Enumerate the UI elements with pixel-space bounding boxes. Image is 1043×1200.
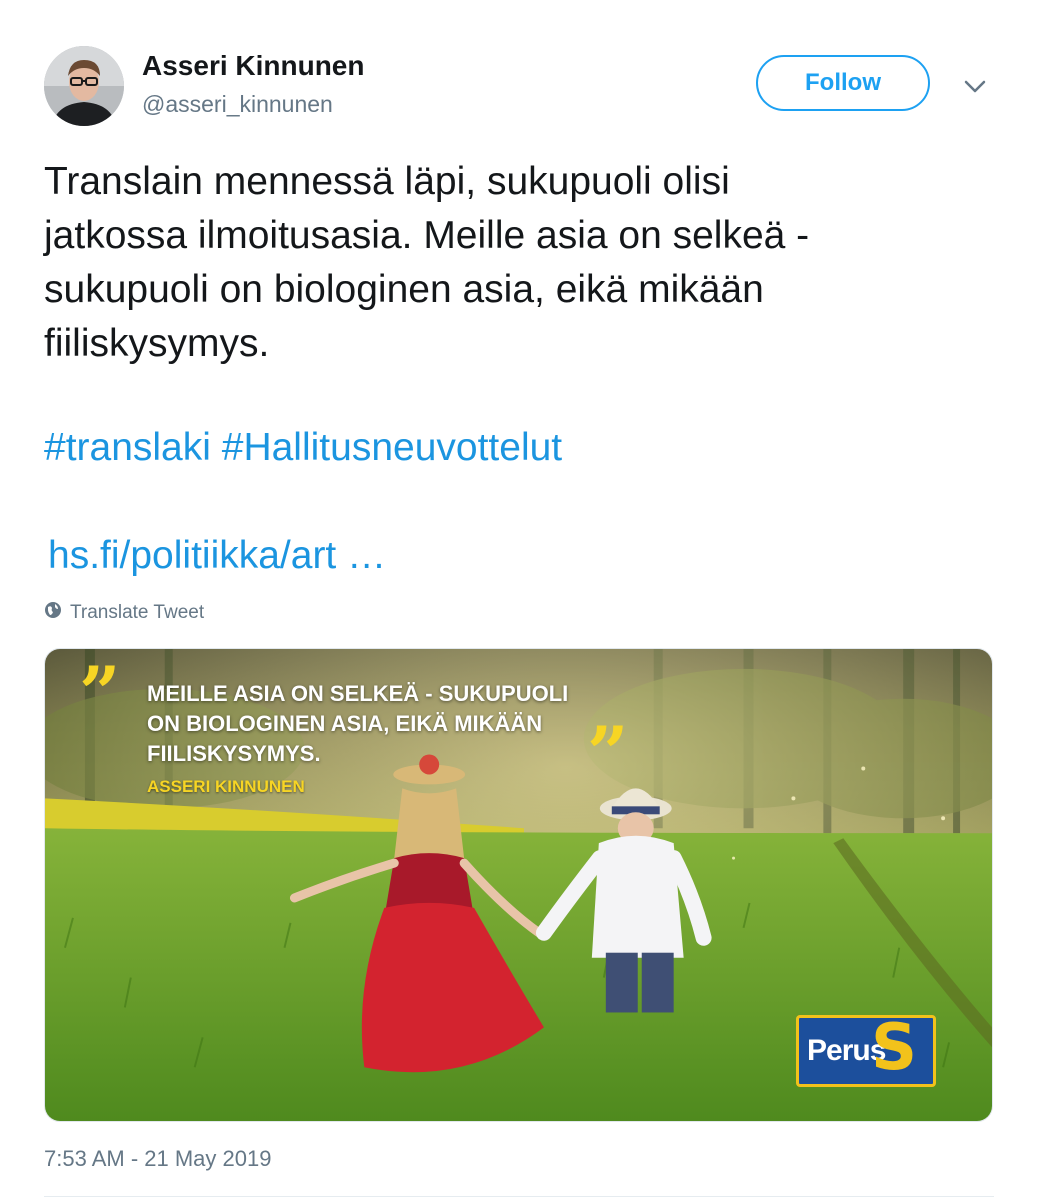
hashtag-hallitusneuvottelut[interactable]: #Hallitusneuvottelut (222, 426, 562, 469)
avatar[interactable] (44, 46, 124, 126)
quote-author: Asseri Kinnunen (147, 777, 305, 796)
quote-text: Meille asia on selkeä - sukupuoli on bio… (147, 679, 617, 769)
tweet-text: Translain mennessä läpi, sukupuoli olisi… (44, 155, 994, 371)
divider (44, 1196, 994, 1197)
author-handle[interactable]: @asseri_kinnunen (142, 91, 333, 118)
tweet-timestamp[interactable]: 7:53 AM - 21 May 2019 (44, 1146, 271, 1172)
quote-line: fiiliskysymys. (147, 741, 321, 766)
article-link[interactable]: hs.fi/politiikka/art … (48, 529, 386, 583)
tweet-text-line: sukupuoli on biologinen asia, eikä mikää… (44, 268, 764, 311)
quote-line: Meille asia on selkeä - sukupuoli (147, 681, 569, 706)
tweet-text-line: fiiliskysymys. (44, 322, 270, 365)
translate-tweet-button[interactable]: Translate Tweet (44, 601, 204, 625)
quote-open-icon: ” (79, 650, 121, 735)
tweet-text-line: Translain mennessä läpi, sukupuoli olisi (44, 160, 730, 203)
quote-line: on biologinen asia, eikä mikään (147, 711, 543, 736)
hashtag-translaki[interactable]: #translaki (44, 426, 211, 469)
chevron-down-icon[interactable] (960, 72, 990, 102)
translate-label: Translate Tweet (70, 602, 205, 623)
quote-close-icon: ” (587, 710, 629, 795)
follow-button[interactable]: Follow (756, 55, 930, 111)
tweet-text-line: jatkossa ilmoitusasia. Meille asia on se… (44, 214, 810, 257)
profile-photo (44, 46, 124, 126)
media-image[interactable]: ” Meille asia on selkeä - sukupuoli on b… (44, 648, 993, 1122)
logo-letter: S (871, 1015, 918, 1085)
author-display-name[interactable]: Asseri Kinnunen (142, 50, 364, 82)
perussuomalaiset-logo: Perus S (796, 1015, 936, 1087)
hashtag-list: #translaki #Hallitusneuvottelut (44, 421, 562, 475)
globe-icon (44, 601, 62, 625)
